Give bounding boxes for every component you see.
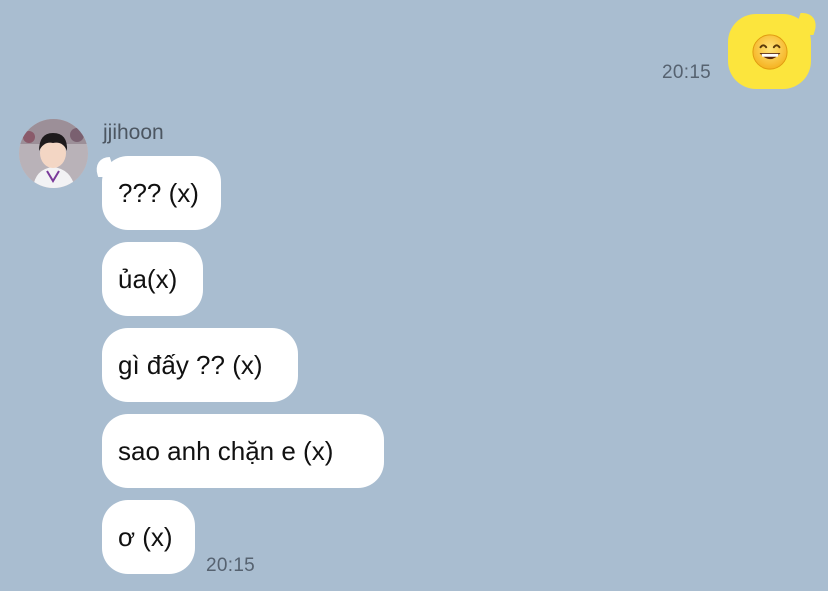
message-text: sao anh chặn e (x) [118, 435, 334, 466]
message-text: ơ (x) [118, 521, 173, 552]
message-bubble[interactable]: ơ (x) [102, 500, 195, 574]
grinning-face-icon [751, 33, 788, 70]
avatar[interactable] [19, 119, 88, 188]
message-bubble[interactable]: ??? (x) [102, 156, 221, 230]
message-bubble[interactable]: gì đấy ?? (x) [102, 328, 298, 402]
message-bubble[interactable]: ủa(x) [102, 242, 203, 316]
sender-name: jjihoon [103, 121, 164, 144]
received-timestamp: 20:15 [206, 555, 256, 576]
sent-message-bubble[interactable] [728, 14, 811, 89]
message-text: gì đấy ?? (x) [118, 349, 263, 380]
profile-photo-icon [19, 119, 88, 188]
message-bubble[interactable]: sao anh chặn e (x) [102, 414, 384, 488]
message-text: ủa(x) [118, 263, 178, 294]
sent-timestamp: 20:15 [662, 62, 712, 83]
message-text: ??? (x) [118, 177, 199, 208]
